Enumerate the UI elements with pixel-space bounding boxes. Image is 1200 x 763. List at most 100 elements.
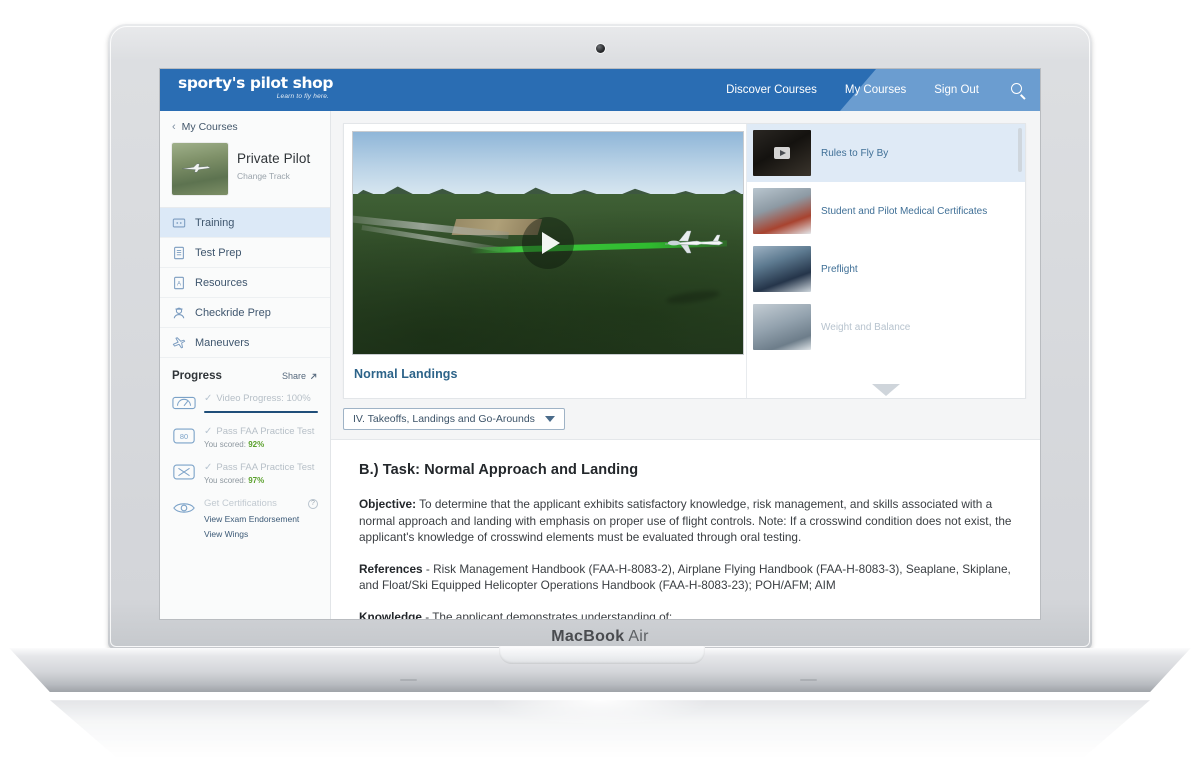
course-card[interactable]: Private Pilot Change Track (160, 141, 330, 207)
course-title: Private Pilot (237, 151, 311, 166)
breadcrumb-chevron-icon: ‹ (172, 121, 176, 133)
progress-row-practice-test-2: ✓ Pass FAA Practice Test You scored: 97% (172, 462, 318, 485)
progress-label: Video Progress: 100% (216, 393, 311, 404)
svg-text:80: 80 (180, 432, 188, 441)
progress-header: Progress Share (172, 370, 318, 382)
pilot-icon (173, 307, 185, 318)
laptop-foot-left (400, 679, 417, 681)
info-icon[interactable]: ? (308, 498, 318, 509)
progress-row-video: ✓ Video Progress: 100% (172, 393, 318, 413)
airplane-icon (172, 336, 186, 348)
media-zone: Normal Landings Rules to Fly By Student … (331, 111, 1040, 399)
sidebar-item-test-prep[interactable]: Test Prep (160, 238, 330, 268)
sidebar-nav: Training Test Prep A Resources Checkride… (160, 207, 330, 358)
score-prefix: You scored: (204, 476, 246, 485)
playlist-item-label: Preflight (821, 263, 858, 275)
playlist-item-preflight[interactable]: Preflight (747, 240, 1025, 298)
breadcrumb-label: My Courses (181, 121, 238, 133)
course-thumbnail (172, 143, 228, 195)
section-selector[interactable]: IV. Takeoffs, Landings and Go-Arounds (343, 408, 565, 430)
playlist-scroll: Rules to Fly By Student and Pilot Medica… (747, 124, 1025, 398)
view-exam-endorsement-link[interactable]: View Exam Endorsement (204, 514, 318, 524)
brand-logo[interactable]: sporty's pilot shop Learn to fly here. (178, 75, 333, 101)
sidebar-item-label: Resources (195, 276, 248, 289)
player-column: Normal Landings (344, 124, 746, 398)
nav-discover-courses[interactable]: Discover Courses (726, 84, 817, 96)
laptop-reflection-glow (490, 700, 710, 726)
video-playlist: Rules to Fly By Student and Pilot Medica… (746, 124, 1025, 398)
video-progress-icon (172, 396, 196, 410)
breadcrumb[interactable]: ‹ My Courses (160, 111, 330, 141)
screenshot-root: sporty's pilot shop Learn to fly here. D… (0, 0, 1200, 763)
laptop-base (2, 646, 1198, 702)
nav-my-courses[interactable]: My Courses (845, 84, 906, 96)
progress-title: Progress (172, 370, 222, 382)
view-wings-link[interactable]: View Wings (204, 529, 318, 539)
score-prefix: You scored: (204, 440, 246, 449)
sidebar-item-label: Training (195, 216, 235, 229)
paragraph-lead: References (359, 561, 423, 576)
progress-row-certifications: Get Certifications ? View Exam Endorseme… (172, 498, 318, 539)
playlist-thumbnail (753, 188, 811, 234)
score-value: 92% (248, 440, 265, 449)
score-line: You scored: 92% (204, 440, 318, 449)
share-button[interactable]: Share (282, 371, 318, 381)
section-selector-row: IV. Takeoffs, Landings and Go-Arounds (331, 399, 1040, 439)
svg-text:A: A (177, 280, 182, 287)
search-icon[interactable] (1011, 82, 1026, 100)
laptop-hinge-notch (499, 646, 705, 664)
playlist-item-rules-to-fly-by[interactable]: Rules to Fly By (747, 124, 1025, 182)
progress-label: Pass FAA Practice Test (216, 462, 315, 473)
check-icon: ✓ (204, 462, 213, 473)
content-paragraph-objective: Objective: To determine that the applica… (359, 496, 1014, 546)
airplane-thumb-icon (181, 163, 211, 173)
sidebar-item-training[interactable]: Training (160, 208, 330, 238)
change-track-link[interactable]: Change Track (237, 171, 310, 181)
playlist-thumbnail (753, 130, 811, 176)
score-value: 97% (248, 476, 265, 485)
nav-sign-out[interactable]: Sign Out (934, 84, 979, 96)
media-card: Normal Landings Rules to Fly By Student … (343, 123, 1026, 399)
sidebar-item-checkride-prep[interactable]: Checkride Prep (160, 298, 330, 328)
content-paragraph-knowledge: Knowledge - The applicant demonstrates u… (359, 609, 1014, 620)
playlist-item-label: Rules to Fly By (821, 147, 889, 159)
sidebar-item-label: Maneuvers (195, 336, 250, 349)
sidebar: ‹ My Courses Private Pilot Change Track (160, 111, 331, 619)
progress-label: Pass FAA Practice Test (216, 426, 315, 437)
playlist-scrollbar[interactable] (1018, 128, 1022, 172)
external-link-icon (310, 373, 317, 379)
check-icon: ✓ (204, 393, 213, 404)
header-nav: Discover Courses My Courses Sign Out (726, 69, 1026, 111)
laptop-foot-right (800, 679, 817, 681)
playlist-item-label: Weight and Balance (821, 321, 911, 333)
progress-label: Get Certifications (204, 498, 277, 509)
app-header: sporty's pilot shop Learn to fly here. D… (160, 69, 1040, 111)
paragraph-lead: Knowledge (359, 609, 422, 620)
paragraph-text: - Risk Management Handbook (FAA-H-8083-2… (359, 561, 1011, 593)
playlist-item-medical-certificates[interactable]: Student and Pilot Medical Certificates (747, 182, 1025, 240)
sidebar-item-label: Test Prep (195, 246, 242, 259)
webcam-icon (596, 44, 605, 53)
playlist-thumbnail (753, 246, 811, 292)
sidebar-item-resources[interactable]: A Resources (160, 268, 330, 298)
video-player[interactable] (352, 131, 744, 355)
score-line: You scored: 97% (204, 476, 318, 485)
paragraph-text: - The applicant demonstrates understandi… (421, 609, 673, 620)
playlist-thumbnail (753, 304, 811, 350)
score-2-icon (173, 464, 195, 480)
progress-bar (204, 411, 318, 413)
device-model-main: MacBook (551, 628, 625, 645)
playlist-item-label: Student and Pilot Medical Certificates (821, 205, 988, 217)
play-icon (541, 232, 560, 254)
sidebar-item-maneuvers[interactable]: Maneuvers (160, 328, 330, 358)
content-panel: B.) Task: Normal Approach and Landing Ob… (331, 439, 1040, 620)
playlist-item-weight-and-balance[interactable]: Weight and Balance (747, 298, 1025, 356)
share-label: Share (281, 371, 306, 381)
pdf-icon: A (174, 276, 184, 289)
device-branding: MacBook Air (0, 628, 1200, 646)
progress-section: Progress Share ✓ Video Progress: 100% 80… (160, 358, 330, 619)
playlist-show-more-button[interactable] (747, 384, 1025, 396)
play-button[interactable] (522, 217, 574, 269)
content-heading: B.) Task: Normal Approach and Landing (359, 462, 639, 478)
caret-down-icon (544, 416, 555, 422)
